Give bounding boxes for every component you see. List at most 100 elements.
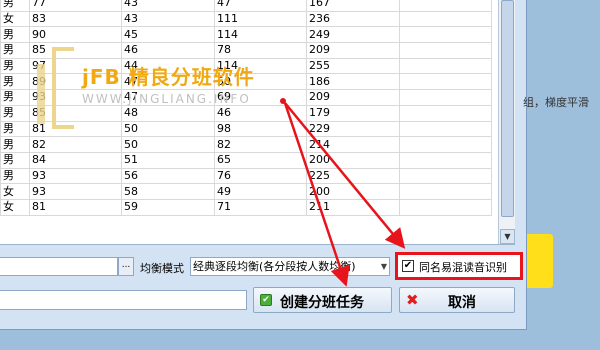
vertical-scrollbar[interactable]: ▼ <box>498 0 515 244</box>
table-cell[interactable]: 男 <box>0 89 30 106</box>
table-row[interactable]: 男 90 45 114 249 <box>0 26 492 44</box>
table-cell[interactable]: 50 <box>121 120 215 138</box>
table-cell[interactable]: 98 <box>214 120 307 138</box>
table-row[interactable]: 男 82 50 82 214 <box>0 136 492 153</box>
table-row[interactable]: 男854846179 <box>0 104 492 122</box>
table-cell[interactable]: 47 <box>214 0 307 12</box>
table-cell-empty[interactable] <box>399 42 492 59</box>
table-cell-empty[interactable] <box>399 73 492 91</box>
table-cell[interactable]: 58 <box>121 183 215 200</box>
table-cell[interactable]: 男 <box>0 42 30 59</box>
table-cell[interactable]: 46 <box>214 104 307 122</box>
table-cell[interactable]: 255 <box>306 57 400 75</box>
table-cell-empty[interactable] <box>399 120 492 138</box>
table-cell[interactable]: 71 <box>214 198 307 216</box>
file-path-input[interactable] <box>0 257 118 276</box>
table-cell[interactable]: 65 <box>214 151 307 169</box>
table-cell[interactable]: 84 <box>29 151 122 169</box>
table-cell-empty[interactable] <box>399 198 492 216</box>
table-cell-empty[interactable] <box>399 183 492 200</box>
scrollbar-thumb[interactable] <box>501 0 514 217</box>
table-row[interactable]: 男 85 46 78 209 <box>0 42 492 59</box>
table-cell[interactable]: 男 <box>0 73 30 91</box>
table-cell-empty[interactable] <box>399 151 492 169</box>
class-split-dialog: 男 77 43 47 167 女 83 43 111 236 男 90 45 114 249 男 85 46 78 2… <box>0 0 527 330</box>
homophone-checkbox[interactable]: ✔ <box>402 260 414 272</box>
table-cell[interactable]: 211 <box>306 198 400 216</box>
table-cell[interactable]: 93 <box>29 167 122 185</box>
table-cell[interactable]: 男 <box>0 151 30 169</box>
table-cell[interactable]: 男 <box>0 0 30 12</box>
table-cell-empty[interactable] <box>399 167 492 185</box>
table-row[interactable]: 男 77 43 47 167 <box>0 0 492 12</box>
browse-button[interactable]: ... <box>118 257 134 276</box>
table-cell[interactable]: 81 <box>29 198 122 216</box>
table-row[interactable]: 男 81 50 98 229 <box>0 120 492 138</box>
table-row[interactable]: 女 81 59 71 211 <box>0 198 492 216</box>
table-cell[interactable]: 43 <box>121 0 215 12</box>
table-cell[interactable]: 43 <box>121 10 215 28</box>
table-cell[interactable]: 男 <box>0 167 30 185</box>
table-cell-empty[interactable] <box>399 0 492 12</box>
table-cell[interactable]: 76 <box>214 167 307 185</box>
homophone-option[interactable]: ✔ 同名易混读音识别 <box>395 252 523 280</box>
yellow-side-tab[interactable] <box>527 234 553 288</box>
table-cell[interactable]: 114 <box>214 26 307 44</box>
table-cell[interactable]: 111 <box>214 10 307 28</box>
table-cell[interactable]: 167 <box>306 0 400 12</box>
table-row[interactable]: 男 84 51 65 200 <box>0 151 492 169</box>
table-cell[interactable]: 女 <box>0 183 30 200</box>
watermark-title: jFB 精良分班软件 <box>82 65 255 89</box>
table-cell[interactable]: 229 <box>306 120 400 138</box>
table-cell-empty[interactable] <box>399 89 492 106</box>
table-cell[interactable]: 93 <box>29 183 122 200</box>
cancel-button[interactable]: ✖ 取消 <box>399 287 515 313</box>
table-cell[interactable]: 78 <box>214 42 307 59</box>
table-cell-empty[interactable] <box>399 26 492 44</box>
table-cell[interactable]: 225 <box>306 167 400 185</box>
table-cell[interactable]: 200 <box>306 151 400 169</box>
table-cell[interactable]: 82 <box>29 136 122 153</box>
table-cell[interactable]: 50 <box>121 136 215 153</box>
table-cell[interactable]: 45 <box>121 26 215 44</box>
table-cell[interactable]: 214 <box>306 136 400 153</box>
table-cell-empty[interactable] <box>399 57 492 75</box>
table-cell[interactable]: 男 <box>0 104 30 122</box>
table-row[interactable]: 男 93 56 76 225 <box>0 167 492 185</box>
homophone-label: 同名易混读音识别 <box>419 261 507 274</box>
balance-mode-select[interactable]: 经典逐段均衡(各分段按人数均衡) ▼ <box>190 257 390 276</box>
task-name-input[interactable] <box>0 290 247 310</box>
table-cell[interactable]: 209 <box>306 89 400 106</box>
table-cell[interactable]: 56 <box>121 167 215 185</box>
table-cell[interactable]: 51 <box>121 151 215 169</box>
table-cell-empty[interactable] <box>399 10 492 28</box>
scroll-down-arrow-icon[interactable]: ▼ <box>500 229 515 244</box>
table-cell[interactable]: 46 <box>121 42 215 59</box>
table-row[interactable]: 女 83 43 111 236 <box>0 10 492 28</box>
table-cell[interactable]: 186 <box>306 73 400 91</box>
table-cell[interactable]: 200 <box>306 183 400 200</box>
table-cell[interactable]: 82 <box>214 136 307 153</box>
table-cell[interactable]: 83 <box>29 10 122 28</box>
table-cell[interactable]: 77 <box>29 0 122 12</box>
close-icon: ✖ <box>406 291 419 309</box>
table-row[interactable]: 女 93 58 49 200 <box>0 183 492 200</box>
table-cell[interactable]: 女 <box>0 10 30 28</box>
table-cell[interactable]: 59 <box>121 198 215 216</box>
table-cell[interactable]: 90 <box>29 26 122 44</box>
table-cell[interactable]: 48 <box>121 104 215 122</box>
table-cell-empty[interactable] <box>399 136 492 153</box>
create-task-button[interactable]: ✔ 创建分班任务 <box>253 287 392 313</box>
table-cell[interactable]: 男 <box>0 136 30 153</box>
table-cell[interactable]: 249 <box>306 26 400 44</box>
table-cell[interactable]: 男 <box>0 57 30 75</box>
table-cell[interactable]: 女 <box>0 198 30 216</box>
table-cell[interactable]: 179 <box>306 104 400 122</box>
table-cell[interactable]: 49 <box>214 183 307 200</box>
table-cell[interactable]: 男 <box>0 120 30 138</box>
table-cell[interactable]: 85 <box>29 42 122 59</box>
table-cell[interactable]: 男 <box>0 26 30 44</box>
table-cell[interactable]: 236 <box>306 10 400 28</box>
table-cell-empty[interactable] <box>399 104 492 122</box>
table-cell[interactable]: 209 <box>306 42 400 59</box>
